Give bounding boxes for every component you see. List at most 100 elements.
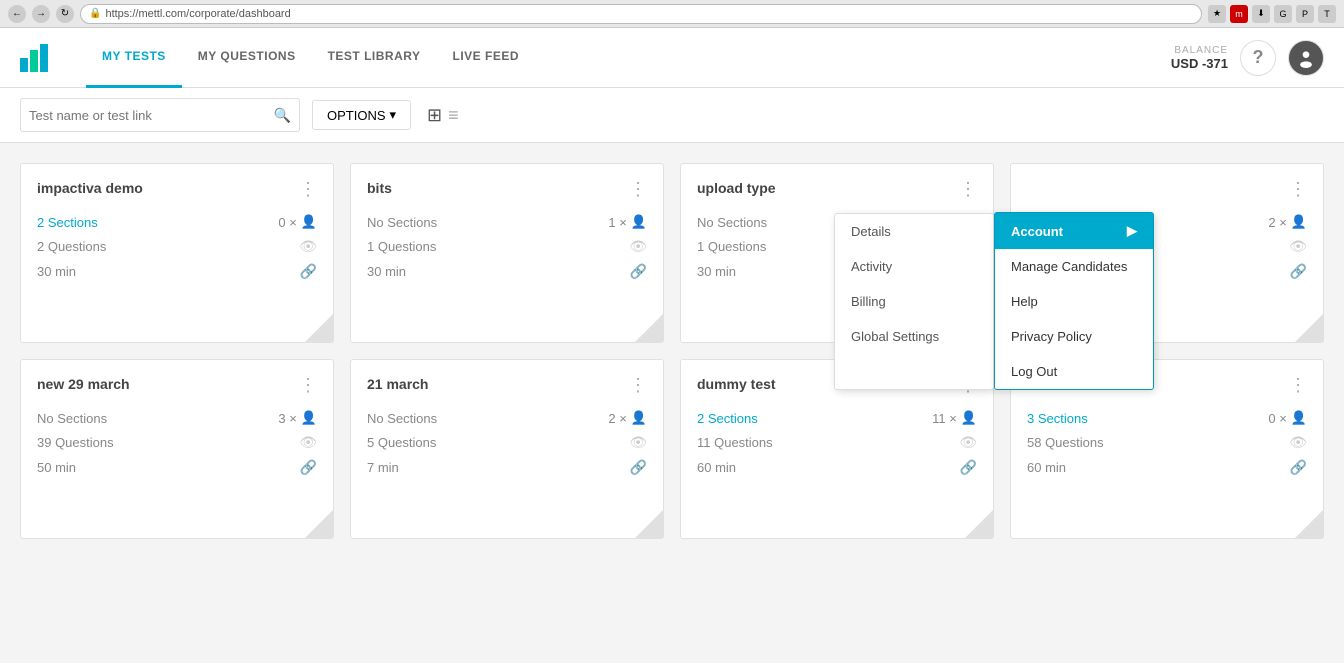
grid-view-button[interactable]: ⊞ bbox=[427, 105, 442, 126]
card-row-sections: 2 Sections 0 × 👤 bbox=[37, 214, 317, 230]
candidates-count: 3 × bbox=[278, 411, 296, 426]
card-row-sections: No Sections 1 × 👤 bbox=[367, 214, 647, 230]
url-text: https://mettl.com/corporate/dashboard bbox=[105, 8, 290, 20]
header-right: BALANCE USD -371 ? bbox=[1171, 40, 1324, 76]
card-impactiva-demo: impactiva demo ⋮ 2 Sections 0 × 👤 2 Ques… bbox=[20, 163, 334, 343]
ext1-button[interactable]: m bbox=[1230, 5, 1248, 23]
card-body: No Sections 1 × 👤 1 Questions 👁 30 min 🔗 bbox=[367, 214, 647, 280]
link-icon: 🔗 bbox=[1290, 459, 1307, 476]
eye-icon: 👁 bbox=[1289, 434, 1307, 451]
main-dropdown-menu[interactable]: Details Activity Billing Global Settings bbox=[834, 213, 994, 390]
questions-stat: 39 Questions bbox=[37, 435, 114, 450]
help-button[interactable]: ? bbox=[1240, 40, 1276, 76]
ext5-button[interactable]: T bbox=[1318, 5, 1336, 23]
submenu-item-help[interactable]: Help bbox=[995, 284, 1153, 319]
card-corner bbox=[305, 510, 333, 538]
nav-tab-live-feed[interactable]: LIVE FEED bbox=[436, 28, 535, 88]
dropdown-container: Details Activity Billing Global Settings… bbox=[834, 213, 1154, 390]
nav-tabs: MY TESTS MY QUESTIONS TEST LIBRARY LIVE … bbox=[86, 28, 535, 88]
dropdown-item-billing[interactable]: Billing bbox=[835, 284, 993, 319]
card-header: ⋮ bbox=[1027, 180, 1307, 198]
view-toggle: ⊞ ≡ bbox=[427, 105, 459, 126]
balance-label: BALANCE bbox=[1171, 45, 1228, 56]
eye-icon: 👁 bbox=[629, 434, 647, 451]
submenu-item-privacy-policy[interactable]: Privacy Policy bbox=[995, 319, 1153, 354]
back-button[interactable]: ← bbox=[8, 5, 26, 23]
card-corner bbox=[635, 314, 663, 342]
card-menu-button[interactable]: ⋮ bbox=[1289, 376, 1307, 394]
avatar-button[interactable] bbox=[1288, 40, 1324, 76]
chevron-right-icon: ▶ bbox=[1127, 223, 1137, 239]
card-menu-button[interactable]: ⋮ bbox=[299, 180, 317, 198]
nav-tab-test-library[interactable]: TEST LIBRARY bbox=[312, 28, 437, 88]
dropdown-item-activity[interactable]: Activity bbox=[835, 249, 993, 284]
candidates-count: 11 × bbox=[932, 411, 957, 426]
options-label: OPTIONS bbox=[327, 108, 386, 123]
card-row-time: 60 min 🔗 bbox=[697, 459, 977, 476]
nav-tab-my-tests[interactable]: MY TESTS bbox=[86, 28, 182, 88]
card-title: dummy test bbox=[697, 376, 776, 392]
card-body: 2 Sections 11 × 👤 11 Questions 👁 60 min … bbox=[697, 410, 977, 476]
lock-icon: 🔒 bbox=[89, 8, 101, 19]
main-content: impactiva demo ⋮ 2 Sections 0 × 👤 2 Ques… bbox=[0, 143, 1344, 559]
card-row-questions: 1 Questions 👁 bbox=[367, 238, 647, 255]
submenu-item-manage-candidates[interactable]: Manage Candidates bbox=[995, 249, 1153, 284]
submenu-item-logout[interactable]: Log Out bbox=[995, 354, 1153, 389]
reload-button[interactable]: ↻ bbox=[56, 5, 74, 23]
forward-button[interactable]: → bbox=[32, 5, 50, 23]
candidates: 11 × 👤 bbox=[932, 410, 977, 426]
logo-icon bbox=[20, 40, 56, 76]
card-title: impactiva demo bbox=[37, 180, 143, 196]
bookmark-button[interactable]: ★ bbox=[1208, 5, 1226, 23]
ext4-button[interactable]: P bbox=[1296, 5, 1314, 23]
url-bar[interactable]: 🔒 https://mettl.com/corporate/dashboard bbox=[80, 4, 1202, 24]
card-row-questions: 11 Questions 👁 bbox=[697, 434, 977, 451]
link-icon: 🔗 bbox=[960, 459, 977, 476]
card-corner bbox=[1295, 510, 1323, 538]
card-row-sections: No Sections 3 × 👤 bbox=[37, 410, 317, 426]
options-button[interactable]: OPTIONS ▾ bbox=[312, 100, 411, 130]
dropdown-item-global-settings[interactable]: Global Settings bbox=[835, 319, 993, 354]
sections-stat: No Sections bbox=[37, 411, 107, 426]
card-menu-button[interactable]: ⋮ bbox=[1289, 180, 1307, 198]
card-title: new 29 march bbox=[37, 376, 130, 392]
ext2-button[interactable]: ⬇ bbox=[1252, 5, 1270, 23]
candidate-icon: 👤 bbox=[961, 410, 977, 426]
candidate-icon: 👤 bbox=[631, 214, 647, 230]
link-icon: 🔗 bbox=[300, 263, 317, 280]
nav-tab-my-questions[interactable]: MY QUESTIONS bbox=[182, 28, 312, 88]
card-title: bits bbox=[367, 180, 392, 196]
list-view-button[interactable]: ≡ bbox=[448, 105, 459, 126]
browser-actions: ★ m ⬇ G P T bbox=[1208, 5, 1336, 23]
link-icon: 🔗 bbox=[1290, 263, 1307, 280]
candidates: 2 × 👤 bbox=[608, 410, 647, 426]
candidates: 1 × 👤 bbox=[608, 214, 647, 230]
card-corner bbox=[305, 314, 333, 342]
search-icon[interactable]: 🔍 bbox=[274, 107, 291, 124]
card-row-questions: 2 Questions 👁 bbox=[37, 238, 317, 255]
card-menu-button[interactable]: ⋮ bbox=[629, 180, 647, 198]
candidates-count: 2 × bbox=[1268, 215, 1286, 230]
browser-bar: ← → ↻ 🔒 https://mettl.com/corporate/dash… bbox=[0, 0, 1344, 28]
sections-stat: 3 Sections bbox=[1027, 411, 1088, 426]
candidate-icon: 👤 bbox=[631, 410, 647, 426]
card-row-questions: 58 Questions 👁 bbox=[1027, 434, 1307, 451]
ext3-button[interactable]: G bbox=[1274, 5, 1292, 23]
account-submenu[interactable]: Account ▶ Manage Candidates Help Privacy… bbox=[994, 212, 1154, 390]
card-row-time: 30 min 🔗 bbox=[367, 263, 647, 280]
questions-stat: 5 Questions bbox=[367, 435, 436, 450]
dropdown-item-details[interactable]: Details bbox=[835, 214, 993, 249]
balance-amount: USD -371 bbox=[1171, 56, 1228, 71]
card-header: 21 march ⋮ bbox=[367, 376, 647, 394]
card-menu-button[interactable]: ⋮ bbox=[299, 376, 317, 394]
time-stat: 50 min bbox=[37, 460, 76, 475]
questions-stat: 2 Questions bbox=[37, 239, 106, 254]
account-submenu-header[interactable]: Account ▶ bbox=[995, 213, 1153, 249]
time-stat: 30 min bbox=[367, 264, 406, 279]
card-menu-button[interactable]: ⋮ bbox=[629, 376, 647, 394]
card-menu-button[interactable]: ⋮ bbox=[959, 180, 977, 198]
search-input[interactable] bbox=[29, 108, 274, 123]
card-body: 2 Sections 0 × 👤 2 Questions 👁 30 min 🔗 bbox=[37, 214, 317, 280]
card-corner bbox=[1295, 314, 1323, 342]
search-box[interactable]: 🔍 bbox=[20, 98, 300, 132]
